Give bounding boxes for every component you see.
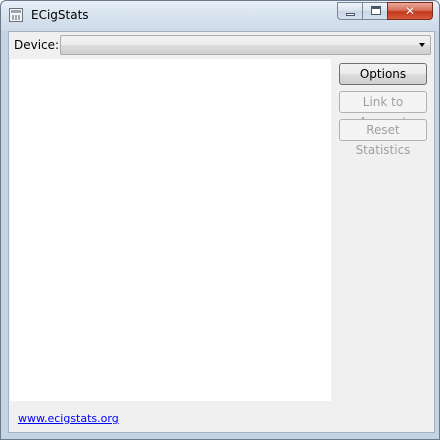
link-to-account-button[interactable]: Link to Account <box>339 91 427 129</box>
device-dropdown[interactable] <box>60 35 431 55</box>
chevron-down-icon <box>419 43 425 47</box>
website-link[interactable]: www.ecigstats.org <box>18 412 119 425</box>
window-title: ECigStats <box>31 8 89 22</box>
reset-statistics-button[interactable]: Reset Statistics <box>339 119 427 157</box>
title-bar[interactable]: ECigStats ✕ <box>1 1 439 31</box>
close-icon: ✕ <box>404 4 416 18</box>
app-window: ECigStats ✕ Device: Options Link to Acco… <box>0 0 440 440</box>
close-button[interactable]: ✕ <box>387 2 433 20</box>
app-icon[interactable] <box>9 8 23 22</box>
options-button[interactable]: Options <box>339 63 427 85</box>
statistics-panel <box>10 59 331 401</box>
maximize-icon <box>371 6 381 15</box>
maximize-button[interactable] <box>362 2 388 20</box>
minimize-icon <box>346 13 355 16</box>
main-panel: Device: Options Link to Account Reset St… <box>8 31 435 433</box>
minimize-button[interactable] <box>337 2 363 20</box>
device-label: Device: <box>14 38 60 52</box>
